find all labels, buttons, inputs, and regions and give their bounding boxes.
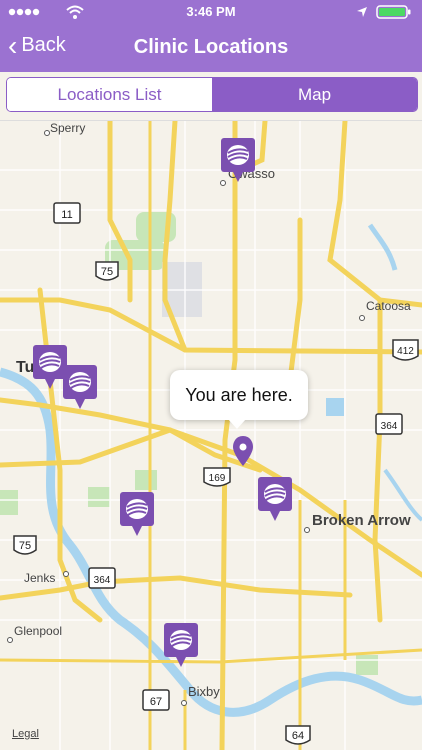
clinic-pin[interactable]: [33, 345, 67, 389]
clinic-pin[interactable]: [63, 365, 97, 409]
park-area: [135, 470, 157, 490]
clinic-pin[interactable]: [221, 138, 255, 182]
highway-364-shield-south: 364: [88, 567, 116, 589]
segmented-control-bar: Locations List Map: [0, 72, 422, 121]
you-are-here-callout: You are here.: [170, 370, 308, 429]
svg-text:75: 75: [101, 266, 113, 278]
map-view[interactable]: 11 75 412 364 169 75 364 67 64 Sperry Ow…: [0, 121, 422, 750]
clinic-pin[interactable]: [164, 623, 198, 667]
tab-map[interactable]: Map: [212, 78, 417, 111]
highway-64-shield: 64: [285, 725, 311, 745]
location-arrow-icon: [357, 7, 367, 17]
svg-text:364: 364: [94, 575, 111, 586]
park-area: [88, 487, 110, 507]
park-area: [356, 655, 378, 675]
svg-text:64: 64: [292, 730, 304, 742]
signal-icon: [8, 8, 40, 16]
highway-67-shield: 67: [142, 689, 170, 711]
highway-364-shield: 364: [375, 413, 403, 435]
battery-icon: [376, 5, 411, 19]
label-bixby: Bixby: [188, 684, 220, 699]
svg-text:169: 169: [209, 473, 226, 484]
highway-75-shield-south: 75: [13, 535, 37, 555]
highway-75-shield: 75: [95, 261, 119, 281]
status-bar: 3:46 PM: [0, 0, 422, 24]
tab-locations-list[interactable]: Locations List: [7, 78, 212, 111]
navigation-bar: ‹ Back Clinic Locations: [0, 24, 422, 72]
clinic-pin[interactable]: [258, 477, 292, 521]
highway-169-shield: 169: [203, 467, 231, 487]
lake: [326, 398, 344, 416]
page-title: Clinic Locations: [133, 36, 289, 58]
park-area: [0, 490, 18, 515]
clinic-pin[interactable]: [120, 492, 154, 536]
label-sperry: Sperry: [50, 121, 85, 135]
label-broken-arrow: Broken Arrow: [312, 512, 411, 529]
label-jenks: Jenks: [24, 571, 55, 585]
label-catoosa: Catoosa: [366, 299, 411, 313]
svg-text:412: 412: [397, 346, 414, 357]
wifi-icon: [66, 5, 84, 19]
svg-text:364: 364: [381, 421, 398, 432]
label-glenpool: Glenpool: [14, 624, 62, 638]
segmented-control: Locations List Map: [6, 77, 418, 112]
svg-text:75: 75: [19, 540, 31, 552]
highway-412-shield: 412: [392, 339, 419, 361]
svg-text:11: 11: [61, 209, 72, 221]
svg-text:67: 67: [150, 696, 162, 708]
highway-11-shield: 11: [53, 202, 81, 224]
legal-link[interactable]: Legal: [12, 728, 39, 740]
